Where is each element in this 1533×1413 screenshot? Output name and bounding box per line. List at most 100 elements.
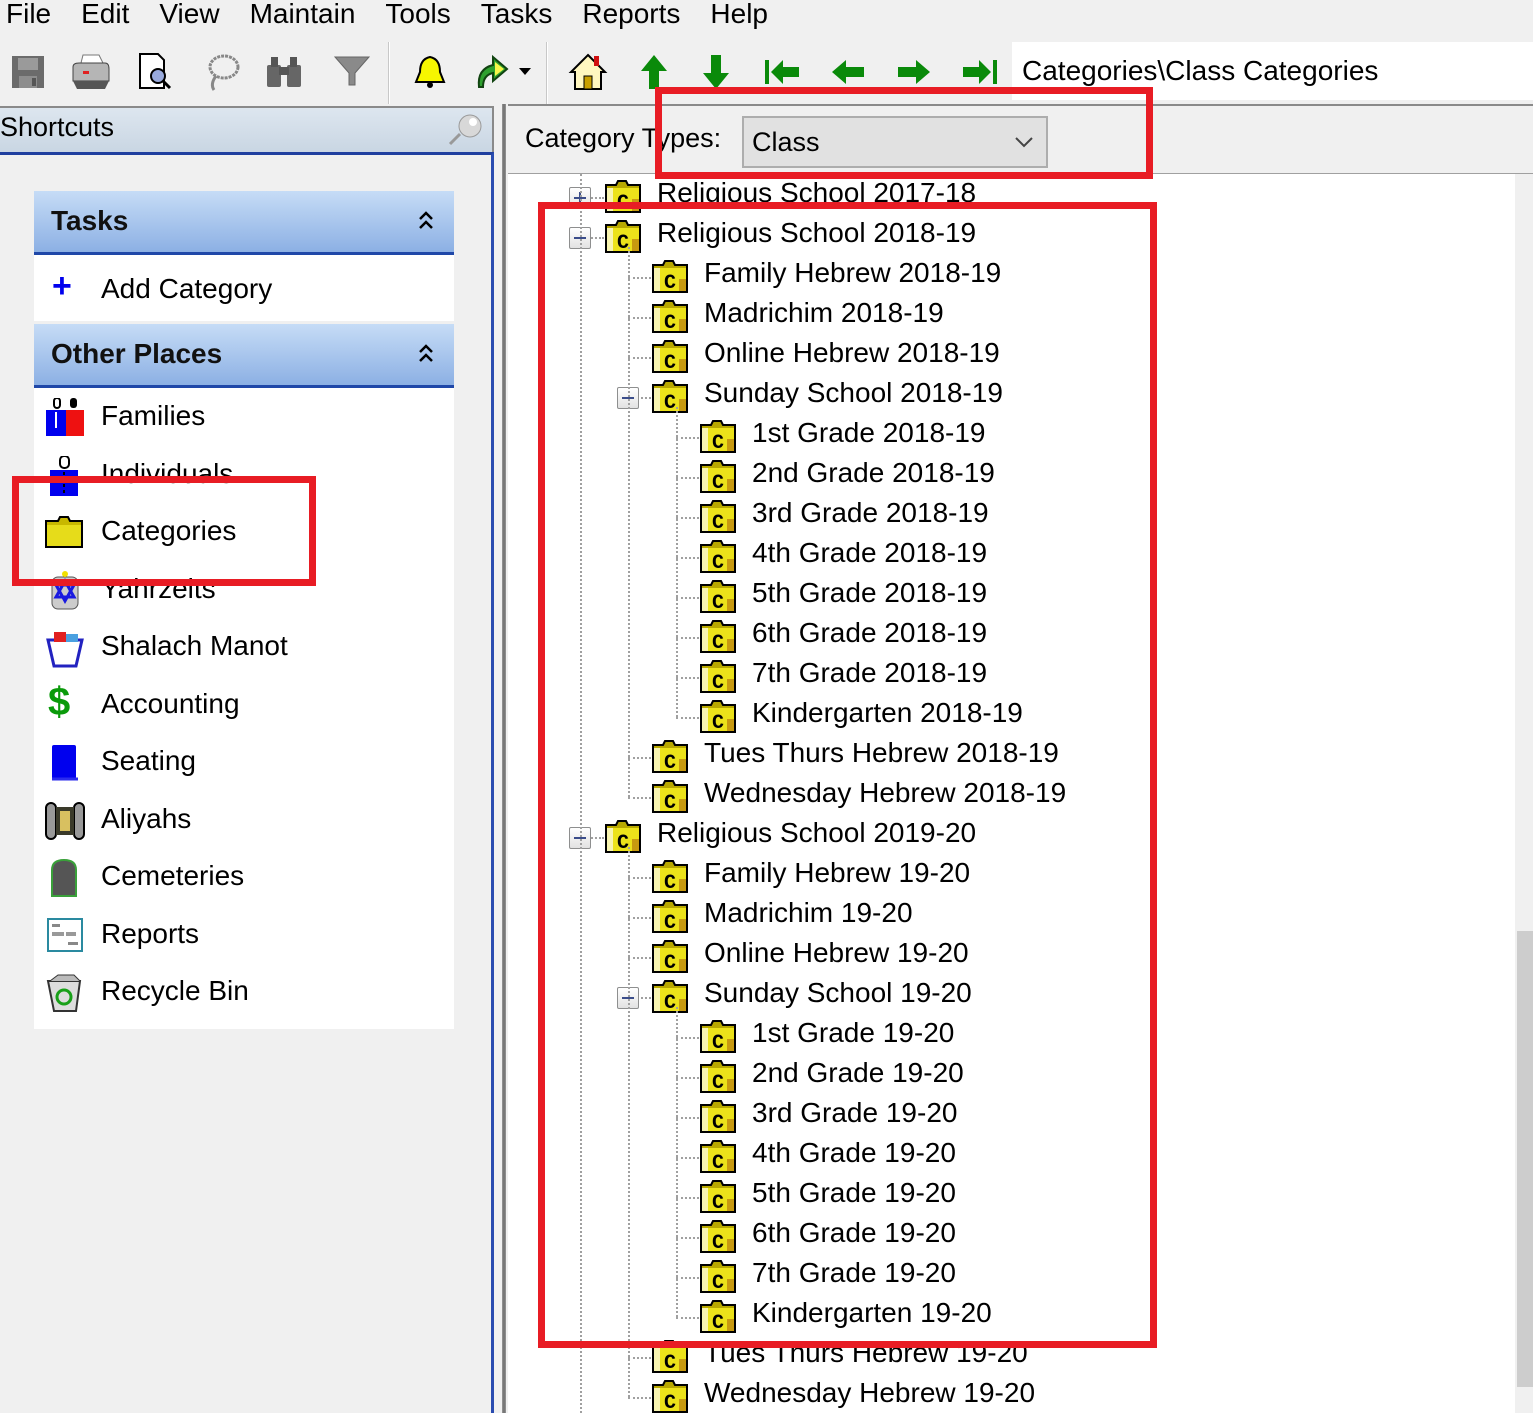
tree-node[interactable]: C Kindergarten 2018-19: [508, 695, 1508, 735]
move-up-button[interactable]: [632, 50, 676, 94]
tree-node[interactable]: C 1st Grade 2018-19: [508, 415, 1508, 455]
tree-node[interactable]: C Madrichim 2018-19: [508, 295, 1508, 335]
last-record-button[interactable]: [958, 50, 1002, 94]
tree-node[interactable]: C Sunday School 2018-19: [508, 375, 1508, 415]
tree-node-label: 3rd Grade 2018-19: [752, 497, 989, 528]
menu-help[interactable]: Help: [695, 0, 783, 28]
tree-node[interactable]: C Tues Thurs Hebrew 2018-19: [508, 735, 1508, 775]
menu-view[interactable]: View: [144, 0, 234, 28]
place-categories[interactable]: Categories: [34, 503, 454, 561]
tree-node[interactable]: C 4th Grade 19-20: [508, 1135, 1508, 1175]
tree-node[interactable]: C 5th Grade 2018-19: [508, 575, 1508, 615]
panel-splitter[interactable]: [494, 104, 508, 1413]
menu-edit[interactable]: Edit: [66, 0, 144, 28]
tree-node[interactable]: C 6th Grade 2018-19: [508, 615, 1508, 655]
tree-node[interactable]: C Religious School 2019-20: [508, 815, 1508, 855]
tree-guide-line: [628, 247, 630, 797]
tree-node[interactable]: C Online Hebrew 2018-19: [508, 335, 1508, 375]
tree-node[interactable]: C 7th Grade 2018-19: [508, 655, 1508, 695]
tree-node[interactable]: C Family Hebrew 2018-19: [508, 255, 1508, 295]
tree-node[interactable]: C 3rd Grade 19-20: [508, 1095, 1508, 1135]
home-button[interactable]: [566, 50, 610, 94]
lasso-icon: [208, 54, 240, 91]
tree-node[interactable]: C 5th Grade 19-20: [508, 1175, 1508, 1215]
print-preview-button[interactable]: [134, 50, 178, 94]
collapse-chevron-icon[interactable]: [418, 209, 434, 233]
category-types-select[interactable]: Class: [742, 116, 1048, 168]
place-reports[interactable]: Reports: [34, 906, 454, 964]
tree-node[interactable]: C Online Hebrew 19-20: [508, 935, 1508, 975]
svg-text:C: C: [712, 592, 724, 613]
tree-scrollbar[interactable]: [1515, 174, 1533, 1413]
tree-node[interactable]: C 2nd Grade 2018-19: [508, 455, 1508, 495]
menu-maintain[interactable]: Maintain: [235, 0, 371, 28]
place-recycle-bin[interactable]: Recycle Bin: [34, 963, 454, 1021]
tree-node[interactable]: C Tues Thurs Hebrew 19-20: [508, 1335, 1508, 1375]
next-record-button[interactable]: [892, 50, 936, 94]
find-button[interactable]: [262, 50, 306, 94]
tree-node[interactable]: C Religious School 2018-19: [508, 215, 1508, 255]
menu-reports[interactable]: Reports: [567, 0, 695, 28]
tree-node-label: 4th Grade 19-20: [752, 1137, 956, 1168]
place-seating[interactable]: Seating: [34, 733, 454, 791]
tree-node[interactable]: C 6th Grade 19-20: [508, 1215, 1508, 1255]
category-folder-icon: C: [651, 859, 689, 895]
place-cemeteries[interactable]: Cemeteries: [34, 848, 454, 906]
tree-node[interactable]: C 7th Grade 19-20: [508, 1255, 1508, 1295]
tree-node[interactable]: C Wednesday Hebrew 2018-19: [508, 775, 1508, 815]
tree-node[interactable]: C Sunday School 19-20: [508, 975, 1508, 1015]
tree-connector: [628, 357, 651, 359]
svg-text:C: C: [664, 272, 676, 293]
menu-file[interactable]: File: [0, 0, 66, 28]
place-aliyahs[interactable]: Aliyahs: [34, 791, 454, 849]
tree-connector: [628, 1397, 651, 1399]
place-accounting[interactable]: $ Accounting: [34, 676, 454, 734]
print-preview-icon: [139, 53, 172, 90]
tasks-group-header[interactable]: Tasks: [34, 191, 454, 255]
first-record-button[interactable]: [760, 50, 804, 94]
print-button[interactable]: [68, 50, 112, 94]
tree-node[interactable]: C 4th Grade 2018-19: [508, 535, 1508, 575]
tree-node[interactable]: C Madrichim 19-20: [508, 895, 1508, 935]
task-add-category[interactable]: + Add Category: [34, 255, 454, 321]
go-dropdown-button[interactable]: [510, 50, 540, 94]
tree-node-label: Online Hebrew 2018-19: [704, 337, 1000, 368]
place-individuals[interactable]: Individuals: [34, 446, 454, 504]
tree-node[interactable]: C Wednesday Hebrew 19-20: [508, 1375, 1508, 1413]
tree-node[interactable]: C 2nd Grade 19-20: [508, 1055, 1508, 1095]
individual-icon: [50, 455, 78, 496]
tree-node[interactable]: C Kindergarten 19-20: [508, 1295, 1508, 1335]
previous-record-button[interactable]: [826, 50, 870, 94]
category-types-value: Class: [752, 127, 820, 157]
other-places-group-body: Families Individuals Categories Yahrzeit…: [34, 388, 454, 1029]
tree-connector: [676, 437, 699, 439]
tree-node[interactable]: C Family Hebrew 19-20: [508, 855, 1508, 895]
tree-node[interactable]: C 1st Grade 19-20: [508, 1015, 1508, 1055]
tree-node-label: 1st Grade 19-20: [752, 1017, 955, 1048]
svg-text:C: C: [664, 392, 676, 413]
filter-button[interactable]: [330, 50, 374, 94]
category-folder-icon: C: [651, 939, 689, 975]
tree-node[interactable]: C Religious School 2017-18: [508, 175, 1508, 215]
other-places-group-header[interactable]: Other Places: [34, 324, 454, 388]
place-yahrzeits[interactable]: Yahrzeits: [34, 561, 454, 619]
save-button[interactable]: [6, 50, 50, 94]
splitter-line: [502, 104, 506, 1413]
svg-text:C: C: [664, 952, 676, 973]
tree-node[interactable]: C 3rd Grade 2018-19: [508, 495, 1508, 535]
place-shalach-manot[interactable]: Shalach Manot: [34, 618, 454, 676]
menu-tools[interactable]: Tools: [370, 0, 465, 28]
go-button[interactable]: [470, 50, 514, 94]
scrollbar-thumb[interactable]: [1517, 931, 1533, 1387]
move-down-button[interactable]: [694, 50, 738, 94]
lasso-button[interactable]: [200, 50, 244, 94]
collapse-chevron-icon[interactable]: [418, 342, 434, 366]
reminders-button[interactable]: [408, 50, 452, 94]
category-folder-icon: C: [699, 1299, 737, 1335]
place-families[interactable]: Families: [34, 388, 454, 446]
category-folder-icon: C: [604, 819, 642, 855]
tree-node-label: 4th Grade 2018-19: [752, 537, 988, 568]
pushpin-icon[interactable]: [446, 112, 486, 148]
category-folder-icon: C: [651, 1379, 689, 1413]
menu-tasks[interactable]: Tasks: [466, 0, 568, 28]
